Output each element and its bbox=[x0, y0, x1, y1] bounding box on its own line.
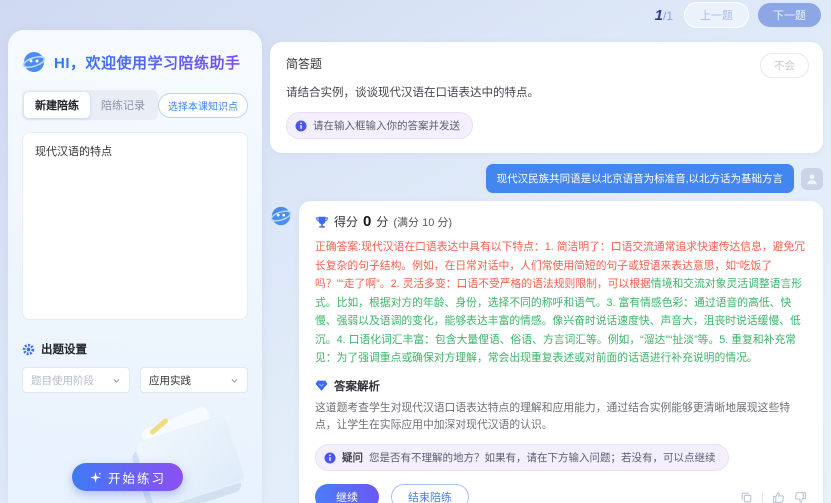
tab-group: 新建陪练 陪练记录 bbox=[22, 90, 158, 120]
sparkle-icon bbox=[89, 471, 102, 484]
thumbs-down-icon[interactable] bbox=[794, 491, 807, 503]
user-avatar bbox=[801, 168, 823, 190]
ai-response-row: 得分 0 分 (满分 10 分) 正确答案:现代汉语在口语表达中具有以下特点：1… bbox=[270, 201, 823, 503]
followup-hint-label: 疑问 bbox=[342, 452, 363, 464]
user-icon bbox=[805, 172, 819, 186]
correct-answer-text: 正确答案:现代汉语在口语表达中具有以下特点：1. 简洁明了：口语交流通常追求快速… bbox=[315, 238, 807, 368]
gem-icon bbox=[315, 379, 328, 392]
start-practice-button[interactable]: 开始练习 bbox=[72, 463, 183, 491]
trophy-icon bbox=[315, 215, 329, 229]
ai-response-card: 得分 0 分 (满分 10 分) 正确答案:现代汉语在口语表达中具有以下特点：1… bbox=[299, 201, 823, 503]
question-settings-header: 出题设置 bbox=[22, 341, 248, 357]
settings-selects: 题目使用阶段 应用实践 bbox=[22, 367, 248, 393]
answer-hint-text: 请在输入框输入你的答案并发送 bbox=[313, 118, 460, 133]
icon-divider bbox=[762, 492, 763, 503]
next-question-button[interactable]: 下一题 bbox=[758, 3, 821, 27]
user-message-row: 现代汉民族共同语是以北京语音为标准音,以北方话为基础方言 bbox=[270, 164, 823, 193]
response-actions-row: 继续 结束陪练 bbox=[315, 484, 807, 503]
chevron-down-icon bbox=[230, 376, 239, 385]
question-settings-title: 出题设置 bbox=[41, 341, 87, 357]
page-indicator: 1/1 bbox=[655, 7, 673, 24]
topic-input[interactable]: 现代汉语的特点 bbox=[22, 132, 248, 320]
score-unit: 分 bbox=[376, 213, 388, 230]
start-practice-label: 开始练习 bbox=[108, 468, 166, 487]
analysis-text: 这道题考查学生对现代汉语口语表达特点的理解和应用能力，通过结合实例能够更清晰地展… bbox=[315, 400, 807, 435]
analysis-header: 答案解析 bbox=[315, 378, 807, 394]
question-card: 简答题 不会 请结合实例，谈谈现代汉语在口语表达中的特点。 请在输入框输入你的答… bbox=[270, 42, 823, 153]
thumbs-up-icon[interactable] bbox=[772, 491, 785, 503]
select-knowledge-button[interactable]: 选择本课知识点 bbox=[158, 93, 248, 118]
page-total: /1 bbox=[663, 9, 673, 23]
analysis-title: 答案解析 bbox=[334, 378, 380, 394]
main-panel: 简答题 不会 请结合实例，谈谈现代汉语在口语表达中的特点。 请在输入框输入你的答… bbox=[270, 30, 823, 503]
answer-segment-green: 情境和交流对象灵活调整语言形式。比如，根据对方的年龄、身份，选择不同的称呼和语气… bbox=[315, 278, 802, 364]
followup-hint-pill: 疑问您是否有不理解的地方？如果有，请在下方输入问题；若没有，可以点继续 bbox=[315, 444, 729, 471]
tab-new-practice[interactable]: 新建陪练 bbox=[24, 92, 90, 118]
score-value: 0 bbox=[363, 213, 371, 230]
feedback-icons bbox=[740, 491, 807, 503]
mode-select-value: 应用实践 bbox=[149, 373, 230, 388]
copy-icon[interactable] bbox=[740, 491, 753, 503]
topbar: 1/1 上一题 下一题 bbox=[0, 0, 821, 30]
dont-know-button[interactable]: 不会 bbox=[760, 53, 809, 78]
gear-icon bbox=[22, 343, 35, 356]
tab-practice-history[interactable]: 陪练记录 bbox=[90, 92, 156, 118]
score-total: (满分 10 分) bbox=[393, 214, 452, 230]
end-practice-button[interactable]: 结束陪练 bbox=[391, 484, 469, 503]
greeting-title: HI，欢迎使用学习陪练助手 bbox=[54, 52, 241, 73]
chevron-down-icon bbox=[112, 376, 121, 385]
stage-select-value: 题目使用阶段 bbox=[31, 373, 112, 388]
info-icon bbox=[295, 120, 307, 132]
mode-select[interactable]: 应用实践 bbox=[140, 367, 248, 393]
sidebar: HI，欢迎使用学习陪练助手 新建陪练 陪练记录 选择本课知识点 现代汉语的特点 … bbox=[8, 30, 262, 503]
sidebar-header: HI，欢迎使用学习陪练助手 bbox=[22, 50, 248, 74]
prev-question-button[interactable]: 上一题 bbox=[684, 2, 749, 28]
answer-hint-pill: 请在输入框输入你的答案并发送 bbox=[286, 112, 473, 139]
info-icon bbox=[324, 452, 336, 464]
score-label: 得分 bbox=[334, 213, 358, 230]
app-logo-icon bbox=[22, 50, 46, 74]
question-type-label: 简答题 bbox=[286, 55, 807, 72]
stage-select[interactable]: 题目使用阶段 bbox=[22, 367, 130, 393]
assistant-avatar-icon bbox=[270, 205, 292, 227]
user-message-bubble: 现代汉民族共同语是以北京语音为标准音,以北方话为基础方言 bbox=[486, 164, 794, 193]
followup-hint-text: 您是否有不理解的地方？如果有，请在下方输入问题；若没有，可以点继续 bbox=[369, 452, 716, 464]
score-row: 得分 0 分 (满分 10 分) bbox=[315, 213, 807, 230]
sidebar-tabs-row: 新建陪练 陪练记录 选择本课知识点 bbox=[22, 90, 248, 120]
continue-button[interactable]: 继续 bbox=[315, 484, 379, 503]
page-current: 1 bbox=[655, 7, 663, 24]
question-text: 请结合实例，谈谈现代汉语在口语表达中的特点。 bbox=[286, 84, 807, 100]
followup-hint-content: 疑问您是否有不理解的地方？如果有，请在下方输入问题；若没有，可以点继续 bbox=[342, 450, 716, 465]
